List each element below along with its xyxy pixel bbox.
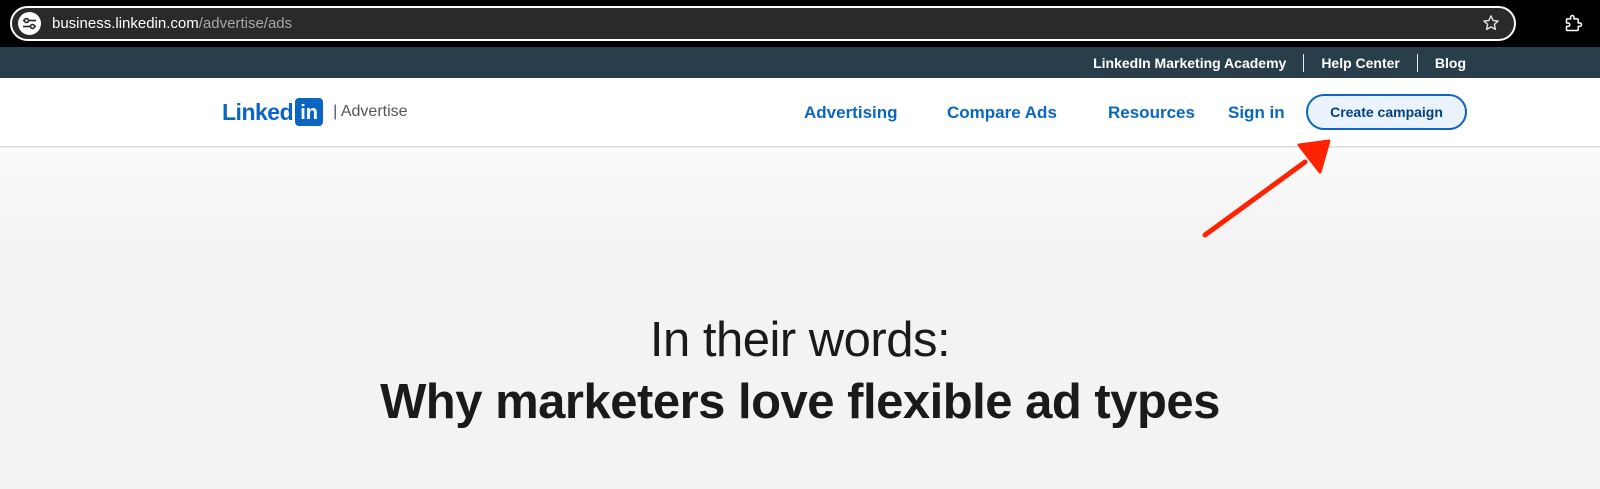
utility-links: LinkedIn Marketing Academy Help Center B… (1076, 47, 1466, 78)
divider (1416, 53, 1418, 72)
divider (1303, 53, 1305, 72)
browser-toolbar: business.linkedin.com/advertise/ads (0, 0, 1600, 47)
url-path: /advertise/ads (198, 15, 293, 32)
nav-compare-ads[interactable]: Compare Ads (947, 103, 1057, 123)
site-info-icon[interactable] (18, 12, 41, 35)
hero-heading: Why marketers love flexible ad types (380, 375, 1220, 429)
url-domain: business.linkedin.com (52, 15, 199, 32)
utility-bar: LinkedIn Marketing Academy Help Center B… (0, 47, 1600, 78)
logo-wordmark: Linked (222, 98, 294, 125)
extensions-icon[interactable] (1562, 11, 1586, 35)
nav-advertising[interactable]: Advertising (804, 103, 898, 123)
hero-subheading: In their words: (649, 313, 951, 367)
url-text[interactable]: business.linkedin.com/advertise/ads (52, 15, 292, 33)
star-icon[interactable] (1480, 12, 1502, 34)
address-bar[interactable]: business.linkedin.com/advertise/ads (10, 6, 1516, 41)
marketing-academy-link[interactable]: LinkedIn Marketing Academy (1076, 55, 1303, 71)
main-header: Linked in | Advertise Advertising Compar… (0, 78, 1600, 147)
logo-subtitle: | Advertise (333, 103, 408, 120)
logo-in-badge: in (295, 98, 324, 126)
linkedin-logo[interactable]: Linked in | Advertise (222, 98, 408, 126)
create-campaign-button[interactable]: Create campaign (1306, 94, 1467, 130)
help-center-link[interactable]: Help Center (1304, 55, 1417, 71)
hero-section: In their words: Why marketers love flexi… (0, 148, 1600, 489)
blog-link[interactable]: Blog (1418, 55, 1466, 71)
nav-resources[interactable]: Resources (1108, 103, 1195, 123)
sign-in-link[interactable]: Sign in (1228, 103, 1285, 123)
